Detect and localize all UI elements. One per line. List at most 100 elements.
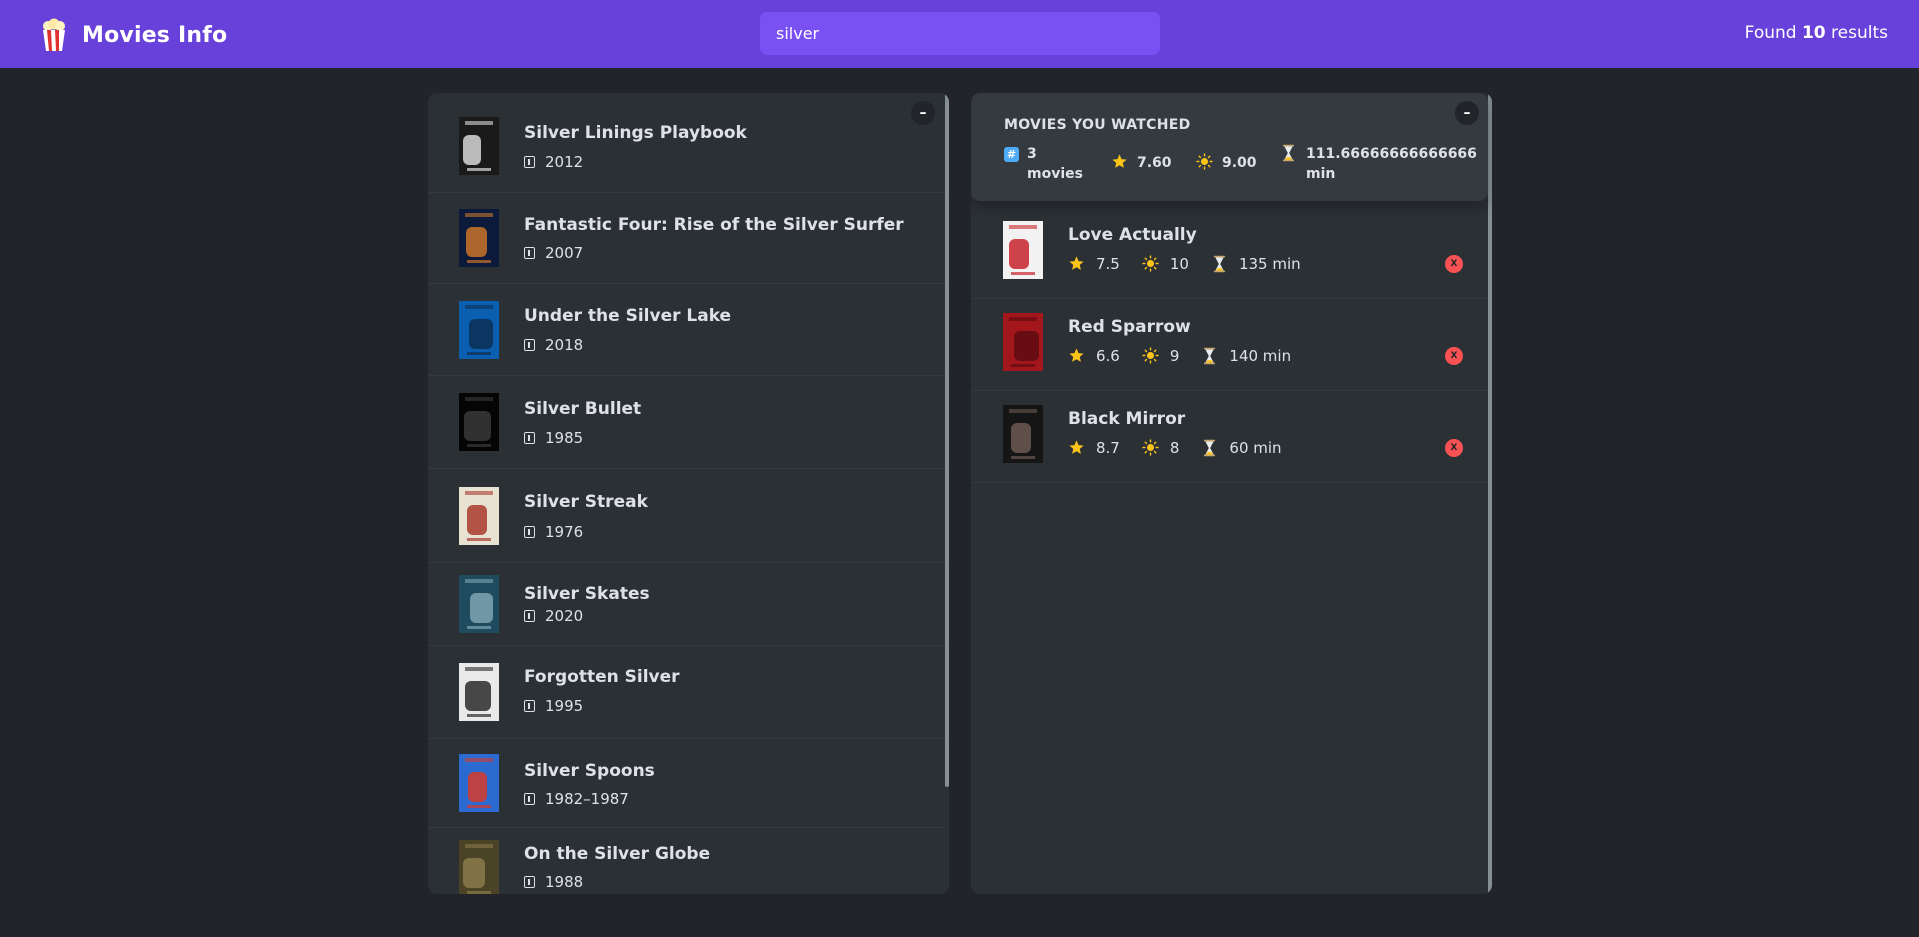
summary-runtime-unit: min bbox=[1306, 166, 1336, 182]
watched-imdb: 7.5 bbox=[1068, 255, 1120, 273]
calendar-icon bbox=[524, 876, 535, 888]
movie-list-item[interactable]: Silver Spoons 1982–1987 bbox=[428, 739, 945, 828]
watched-stats: 7.5 10 135 min bbox=[1068, 255, 1323, 273]
movie-list-item[interactable]: Silver Skates 2020 bbox=[428, 563, 945, 646]
star-icon bbox=[1111, 153, 1129, 171]
calendar-icon bbox=[524, 156, 535, 168]
movie-year: 1976 bbox=[524, 523, 583, 541]
movie-title: On the Silver Globe bbox=[524, 844, 711, 864]
results-scrollbar[interactable] bbox=[945, 93, 949, 787]
remove-watched-button[interactable]: X bbox=[1445, 439, 1463, 457]
results-prefix: Found bbox=[1744, 23, 1797, 43]
movie-list-item[interactable]: Under the Silver Lake 2018 bbox=[428, 284, 945, 376]
results-count: Found 10 results bbox=[1745, 23, 1888, 43]
movie-year: 1995 bbox=[524, 697, 583, 715]
star-icon bbox=[1068, 255, 1086, 273]
watched-runtime: 135 min bbox=[1211, 255, 1301, 273]
search-results-box: – Silver Linings Playbook 2012 Fantastic F… bbox=[428, 93, 949, 894]
movie-year: 2012 bbox=[524, 153, 583, 171]
watched-runtime-value: 135 min bbox=[1238, 255, 1301, 273]
watched-title: Red Sparrow bbox=[1068, 317, 1191, 337]
star-icon bbox=[1068, 439, 1086, 457]
summary-runtime-text: 111.66666666666666 min bbox=[1306, 144, 1477, 184]
movie-title: Silver Linings Playbook bbox=[524, 123, 747, 143]
watched-box: – MOVIES YOU WATCHED # 3 movies 7.60 9.0… bbox=[971, 93, 1492, 894]
watched-list-item: Black Mirror 8.7 8 60 min X bbox=[971, 390, 1488, 483]
collapse-results-button[interactable]: – bbox=[911, 101, 935, 125]
movie-poster bbox=[459, 663, 499, 721]
sun-icon bbox=[1142, 255, 1160, 273]
watched-title: Love Actually bbox=[1068, 225, 1197, 245]
hourglass-icon bbox=[1211, 255, 1229, 273]
logo: Movies Info bbox=[40, 18, 227, 52]
calendar-icon bbox=[524, 247, 535, 259]
movie-year: 2018 bbox=[524, 336, 583, 354]
movie-year-text: 1985 bbox=[545, 429, 584, 447]
movie-title: Silver Spoons bbox=[524, 761, 655, 781]
popcorn-icon bbox=[40, 18, 68, 52]
watched-imdb-value: 8.7 bbox=[1096, 439, 1120, 457]
movie-year-text: 1995 bbox=[545, 697, 584, 715]
watched-stats: 6.6 9 140 min bbox=[1068, 347, 1313, 365]
hourglass-icon bbox=[1201, 347, 1219, 365]
watched-imdb-value: 7.5 bbox=[1096, 255, 1120, 273]
movie-year: 2007 bbox=[524, 244, 583, 262]
movie-year: 2020 bbox=[524, 607, 583, 625]
star-icon bbox=[1068, 347, 1086, 365]
calendar-icon bbox=[524, 526, 535, 538]
movie-year-text: 1988 bbox=[545, 873, 584, 891]
movie-poster bbox=[459, 117, 499, 175]
navbar: Movies Info Found 10 results bbox=[0, 0, 1919, 68]
movie-title: Forgotten Silver bbox=[524, 667, 680, 687]
watched-user-rating: 10 bbox=[1142, 255, 1189, 273]
watched-runtime-value: 140 min bbox=[1229, 347, 1292, 365]
watched-poster bbox=[1003, 313, 1043, 371]
calendar-icon bbox=[524, 793, 535, 805]
movie-year-text: 2012 bbox=[545, 153, 584, 171]
watched-imdb: 6.6 bbox=[1068, 347, 1120, 365]
movie-poster bbox=[459, 487, 499, 545]
movie-list-item[interactable]: Silver Streak 1976 bbox=[428, 469, 945, 563]
movie-poster bbox=[459, 840, 499, 894]
movie-list-item[interactable]: Forgotten Silver 1995 bbox=[428, 646, 945, 739]
collapse-watched-button[interactable]: – bbox=[1455, 101, 1479, 125]
movie-poster bbox=[459, 754, 499, 812]
summary-runtime: 111.66666666666666 min bbox=[1280, 144, 1477, 184]
summary-user-value: 9.00 bbox=[1222, 155, 1257, 171]
hourglass-icon bbox=[1280, 144, 1298, 162]
watched-runtime: 60 min bbox=[1201, 439, 1282, 457]
search-input[interactable] bbox=[760, 12, 1160, 55]
watched-title: Black Mirror bbox=[1068, 409, 1186, 429]
movie-year: 1985 bbox=[524, 429, 583, 447]
movie-year-text: 1982–1987 bbox=[545, 790, 629, 808]
summary-imdb-value: 7.60 bbox=[1137, 155, 1172, 171]
calendar-icon bbox=[524, 610, 535, 622]
movie-poster bbox=[459, 575, 499, 633]
movie-year: 1982–1987 bbox=[524, 790, 629, 808]
summary-count-number: 3 bbox=[1027, 146, 1037, 162]
movie-list-item[interactable]: Silver Bullet 1985 bbox=[428, 376, 945, 469]
movie-year-text: 1976 bbox=[545, 523, 584, 541]
movie-year-text: 2007 bbox=[545, 244, 584, 262]
movie-title: Silver Streak bbox=[524, 492, 648, 512]
movie-year-text: 2020 bbox=[545, 607, 584, 625]
watched-summary: MOVIES YOU WATCHED # 3 movies 7.60 9.00 … bbox=[971, 93, 1488, 201]
summary-runtime-value: 111.66666666666666 bbox=[1306, 146, 1477, 162]
app-title: Movies Info bbox=[82, 22, 228, 48]
watched-poster bbox=[1003, 405, 1043, 463]
watched-user-value: 9 bbox=[1169, 347, 1180, 365]
watched-scrollbar[interactable] bbox=[1488, 93, 1492, 894]
watched-user-rating: 9 bbox=[1142, 347, 1180, 365]
remove-watched-button[interactable]: X bbox=[1445, 255, 1463, 273]
movie-list-item[interactable]: Fantastic Four: Rise of the Silver Surfe… bbox=[428, 193, 945, 284]
movie-list-item[interactable]: On the Silver Globe 1988 bbox=[428, 828, 945, 894]
movie-poster bbox=[459, 393, 499, 451]
summary-count-text: 3 movies bbox=[1027, 144, 1083, 184]
watched-list-item: Love Actually 7.5 10 135 min X bbox=[971, 206, 1488, 299]
movie-list-item[interactable]: Silver Linings Playbook 2012 bbox=[428, 93, 945, 193]
remove-watched-button[interactable]: X bbox=[1445, 347, 1463, 365]
watched-user-value: 10 bbox=[1169, 255, 1189, 273]
summary-count-unit: movies bbox=[1027, 166, 1083, 182]
watched-runtime-value: 60 min bbox=[1229, 439, 1282, 457]
watched-imdb-value: 6.6 bbox=[1096, 347, 1120, 365]
